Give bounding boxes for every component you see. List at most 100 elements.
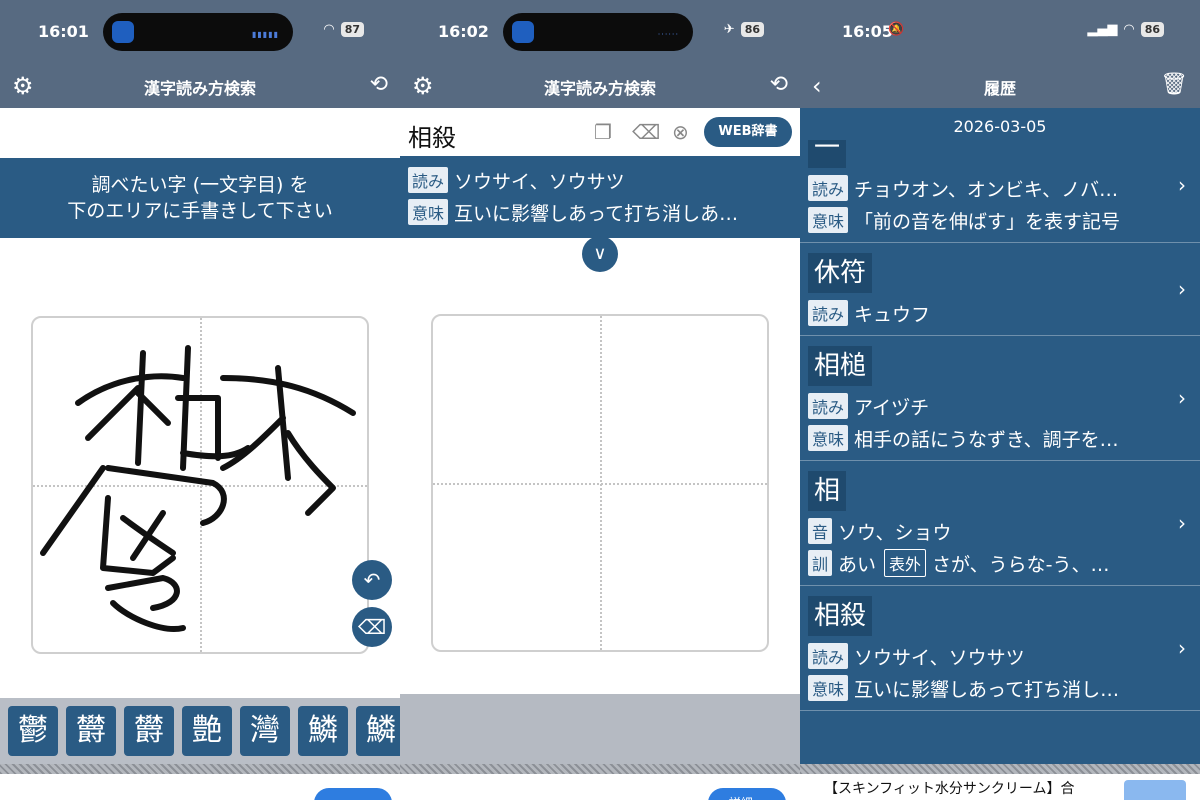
handwriting-screen: 16:01 ▮▮▮▮▮ ◠ 87 ⚙ 漢字読み方検索 ⟲ 調べたい字 (一文字目… xyxy=(0,0,400,800)
divider-stripe xyxy=(0,764,400,774)
kun-reading-line: 訓 あい 表外 さが、うらな-う、… xyxy=(808,547,1160,579)
nav-bar: ⚙ 漢字読み方検索 ⟲ xyxy=(0,62,400,108)
status-icons: ◠ 87 xyxy=(323,22,364,37)
battery-icon: 86 xyxy=(740,22,764,37)
dynamic-island: ▮▮▮▮▮ xyxy=(103,13,293,51)
undo-button[interactable]: ↶ xyxy=(352,560,392,600)
reading-text: ソウサイ、ソウサツ xyxy=(454,170,625,193)
search-input[interactable]: 相殺 xyxy=(408,118,456,153)
reading-tag: 読み xyxy=(808,300,849,326)
signal-icon: ▂▄▆ xyxy=(1087,22,1118,37)
handwriting-canvas[interactable] xyxy=(431,314,769,652)
reading-tag: 読み xyxy=(808,393,849,419)
candidate-kanji[interactable]: 灣 xyxy=(240,706,290,756)
candidate-kanji[interactable]: 艶 xyxy=(182,706,232,756)
battery-icon: 86 xyxy=(1140,22,1164,37)
candidate-kanji[interactable]: 鱗 xyxy=(356,706,400,756)
reading-text: キュウフ xyxy=(854,303,931,326)
meaning-line: 意味 相手の話にうなずき、調子を… xyxy=(808,422,1160,454)
candidate-kanji[interactable]: 鬱 xyxy=(8,706,58,756)
reading-line: 読み キュウフ xyxy=(808,297,1160,329)
meaning-text: 互いに影響しあって打ち消しあ… xyxy=(454,202,739,225)
instruction-line-2: 下のエリアに手書きして下さい xyxy=(67,200,333,222)
meaning-text: 相手の話にうなずき、調子を… xyxy=(854,428,1119,451)
chevron-right-icon: › xyxy=(1178,173,1186,197)
status-icons: ✈ 86 xyxy=(724,22,764,37)
chevron-right-icon: › xyxy=(1178,277,1186,301)
reading-line: 読み ソウサイ、ソウサツ xyxy=(408,164,792,196)
history-kanji: 一 xyxy=(808,140,847,168)
app-icon xyxy=(512,21,534,43)
history-icon[interactable]: ⟲ xyxy=(770,72,788,97)
kun-reading-tag: 訓 xyxy=(808,550,833,576)
history-kanji: 休符 xyxy=(808,253,873,293)
history-item[interactable]: 相槌 読み アイヅチ 意味 相手の話にうなずき、調子を… › xyxy=(800,336,1200,461)
handwriting-canvas[interactable] xyxy=(31,316,369,654)
chevron-right-icon: › xyxy=(1178,511,1186,535)
ad-banner[interactable]: 【スキンフィット水分サンクリーム】合 xyxy=(800,774,1200,800)
nav-bar: ‹ 履歴 🗑 xyxy=(800,62,1200,108)
clear-icon[interactable]: ⊗ xyxy=(672,120,689,144)
reading-line: 読み アイヅチ xyxy=(808,390,1160,422)
candidate-kanji[interactable]: 欝 xyxy=(124,706,174,756)
detail-button[interactable] xyxy=(314,788,392,800)
reading-tag: 読み xyxy=(808,643,849,669)
meaning-tag: 意味 xyxy=(408,199,449,225)
candidate-strip xyxy=(400,694,800,764)
status-bar: 16:02 ······ ✈ 86 xyxy=(400,0,800,62)
search-result-area xyxy=(0,108,400,158)
on-reading-tag: 音 xyxy=(808,518,833,544)
nav-bar: ⚙ 漢字読み方検索 ⟲ xyxy=(400,62,800,108)
airplane-icon: ✈ xyxy=(723,22,735,37)
history-item[interactable]: 一 読み チョウオン、オンビキ、ノバ… 意味 「前の音を伸ばす」を表す記号 › xyxy=(800,140,1200,243)
trash-icon[interactable]: 🗑 xyxy=(1160,72,1188,97)
history-item[interactable]: 相殺 読み ソウサイ、ソウサツ 意味 互いに影響しあって打ち消し… › xyxy=(800,586,1200,711)
chevron-right-icon: › xyxy=(1178,636,1186,660)
ad-button[interactable] xyxy=(1124,780,1186,800)
reading-text: チョウオン、オンビキ、ノバ… xyxy=(854,178,1119,201)
status-time: 16:02 xyxy=(438,22,489,41)
reading-line: 読み ソウサイ、ソウサツ xyxy=(808,640,1160,672)
kun-reading-text: あい xyxy=(838,553,877,576)
reading-text: アイヅチ xyxy=(854,396,930,419)
history-kanji: 相槌 xyxy=(808,346,873,386)
instruction-line-1: 調べたい字 (一文字目) を xyxy=(91,174,309,196)
status-bar: 16:05 🔕 ▂▄▆ ◠ 86 xyxy=(800,0,1200,62)
app-icon xyxy=(112,21,134,43)
eraser-button[interactable]: ⌫ xyxy=(352,607,392,647)
reading-text: ソウサイ、ソウサツ xyxy=(854,646,1025,669)
history-item[interactable]: 休符 読み キュウフ › xyxy=(800,243,1200,336)
history-kanji: 相 xyxy=(808,471,847,511)
search-result-screen: 16:02 ······ ✈ 86 ⚙ 漢字読み方検索 ⟲ 相殺 ❐ ⌫ ⊗ W… xyxy=(400,0,800,800)
candidate-kanji[interactable]: 欝 xyxy=(66,706,116,756)
backspace-icon[interactable]: ⌫ xyxy=(632,120,660,144)
wifi-icon: ◠ xyxy=(1123,22,1135,37)
meaning-tag: 意味 xyxy=(808,675,849,701)
candidate-kanji[interactable]: 鱗 xyxy=(298,706,348,756)
battery-icon: 87 xyxy=(340,22,364,37)
history-kanji: 相殺 xyxy=(808,596,873,636)
instruction-banner: 調べたい字 (一文字目) を 下のエリアに手書きして下さい xyxy=(0,158,400,238)
history-icon[interactable]: ⟲ xyxy=(370,72,388,97)
result-summary[interactable]: 読み ソウサイ、ソウサツ 意味 互いに影響しあって打ち消しあ… xyxy=(400,156,800,238)
guide-line-horizontal xyxy=(433,483,767,485)
non-standard-tag: 表外 xyxy=(884,549,927,577)
page-title: 漢字読み方検索 xyxy=(143,79,256,98)
meaning-text: 互いに影響しあって打ち消し… xyxy=(854,678,1120,701)
audio-wave-icon: ······ xyxy=(657,30,679,39)
candidate-strip: 鬱 欝 欝 艶 灣 鱗 鱗 xyxy=(0,698,400,764)
chevron-down-icon[interactable]: ∨ xyxy=(582,236,618,272)
page-title: 履歴 xyxy=(983,79,1016,98)
meaning-line: 意味 互いに影響しあって打ち消し… xyxy=(808,672,1160,704)
reading-tag: 読み xyxy=(408,167,449,193)
copy-icon[interactable]: ❐ xyxy=(594,120,612,144)
history-item[interactable]: 相 音 ソウ、ショウ 訓 あい 表外 さが、うらな-う、… › xyxy=(800,461,1200,586)
audio-wave-icon: ▮▮▮▮▮ xyxy=(251,30,279,39)
meaning-text: 「前の音を伸ばす」を表す記号 xyxy=(854,210,1121,233)
meaning-tag: 意味 xyxy=(808,207,849,233)
detail-button[interactable]: 詳細 ∧ xyxy=(708,788,786,800)
meaning-line: 意味 「前の音を伸ばす」を表す記号 xyxy=(808,204,1160,236)
web-dictionary-button[interactable]: WEB辞書 xyxy=(704,117,792,147)
history-list: 一 読み チョウオン、オンビキ、ノバ… 意味 「前の音を伸ばす」を表す記号 › … xyxy=(800,140,1200,764)
divider-stripe xyxy=(800,764,1200,774)
